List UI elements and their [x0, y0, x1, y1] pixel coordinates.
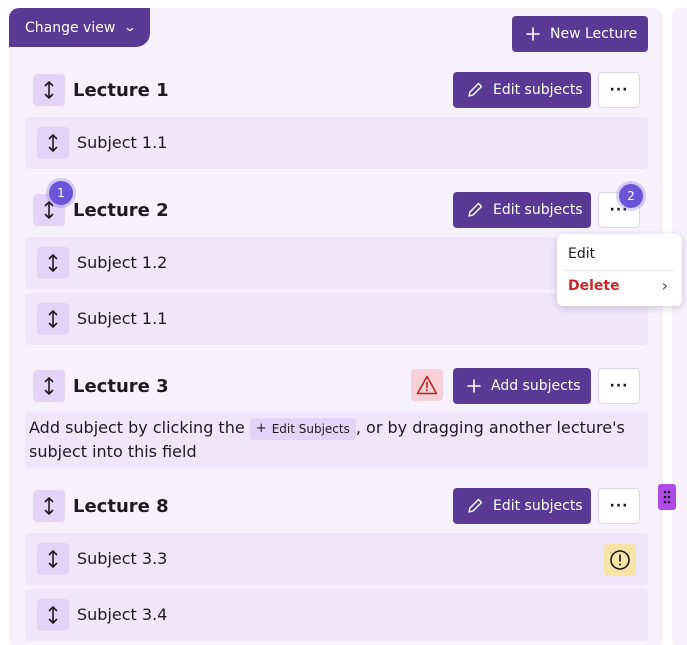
more-dots-icon: ··· [609, 82, 629, 98]
change-view-label: Change view [25, 19, 116, 36]
edit-subjects-label: Edit subjects [493, 82, 583, 98]
warning-triangle-icon [411, 369, 443, 401]
subject-row[interactable]: Subject 3.3 [25, 533, 648, 585]
menu-divider [565, 270, 674, 271]
drag-handle-icon[interactable] [33, 490, 65, 522]
drag-grip-icon[interactable] [658, 484, 676, 510]
lecture-title: Lecture 1 [73, 80, 169, 101]
more-options-button[interactable]: ··· [598, 488, 640, 524]
subject-row[interactable]: Subject 1.1 [25, 117, 648, 169]
step-badge: 2 [619, 184, 643, 208]
plus-icon [526, 27, 540, 41]
change-view-button[interactable]: Change view ⌄ [9, 8, 150, 47]
more-dots-icon: ··· [609, 378, 629, 394]
edit-subjects-button[interactable]: Edit subjects [453, 72, 591, 108]
lecture-title: Lecture 3 [73, 376, 169, 397]
pencil-icon [468, 498, 483, 513]
drag-handle-icon[interactable] [37, 247, 69, 279]
edit-subjects-button[interactable]: Edit subjects [453, 192, 591, 228]
chip-label: Edit Subjects [271, 422, 350, 436]
edit-subjects-chip: + Edit Subjects [249, 418, 356, 440]
lecture-title: Lecture 8 [73, 496, 169, 517]
subject-name: Subject 1.1 [77, 133, 168, 152]
edit-subjects-button[interactable]: Edit subjects [453, 488, 591, 524]
new-lecture-button[interactable]: New Lecture [512, 16, 648, 52]
drag-handle-icon[interactable] [33, 74, 65, 106]
menu-item-delete[interactable]: Delete [568, 278, 620, 294]
empty-lecture-hint: Add subject by clicking the + Edit Subjec… [25, 412, 648, 468]
drag-handle-icon[interactable] [37, 543, 69, 575]
menu-item-edit[interactable]: Edit [568, 246, 595, 262]
alert-circle-icon [604, 544, 636, 576]
edit-subjects-label: Edit subjects [493, 202, 583, 218]
hint-text-before: Add subject by clicking the [29, 418, 250, 437]
drag-handle-icon[interactable] [37, 303, 69, 335]
new-lecture-label: New Lecture [550, 26, 638, 42]
drag-handle-icon[interactable] [37, 599, 69, 631]
drag-handle-icon[interactable] [33, 370, 65, 402]
lecture-title: Lecture 2 [73, 200, 169, 221]
step-badge: 1 [49, 181, 73, 205]
more-dots-icon: ··· [609, 498, 629, 514]
subject-row[interactable]: Subject 3.4 [25, 589, 648, 641]
more-options-button[interactable]: ··· [598, 368, 640, 404]
more-options-button[interactable]: ··· [598, 72, 640, 108]
subject-row[interactable]: Subject 1.1 [25, 293, 648, 345]
subject-name: Subject 1.2 [77, 253, 168, 272]
plus-icon [467, 379, 481, 393]
pencil-icon [468, 82, 483, 97]
chevron-right-icon: › [661, 276, 668, 295]
add-subjects-button[interactable]: Add subjects [453, 368, 591, 404]
subject-row[interactable]: Subject 1.2 [25, 237, 648, 289]
plus-icon: + [255, 421, 267, 436]
subject-name: Subject 1.1 [77, 309, 168, 328]
side-panel-edge [672, 8, 687, 645]
subject-name: Subject 3.4 [77, 605, 168, 624]
context-menu: Edit Delete › [557, 234, 682, 306]
subject-name: Subject 3.3 [77, 549, 168, 568]
pencil-icon [468, 202, 483, 217]
drag-handle-icon[interactable] [37, 127, 69, 159]
edit-subjects-label: Edit subjects [493, 498, 583, 514]
add-subjects-label: Add subjects [491, 378, 581, 394]
chevron-down-icon: ⌄ [123, 19, 138, 34]
